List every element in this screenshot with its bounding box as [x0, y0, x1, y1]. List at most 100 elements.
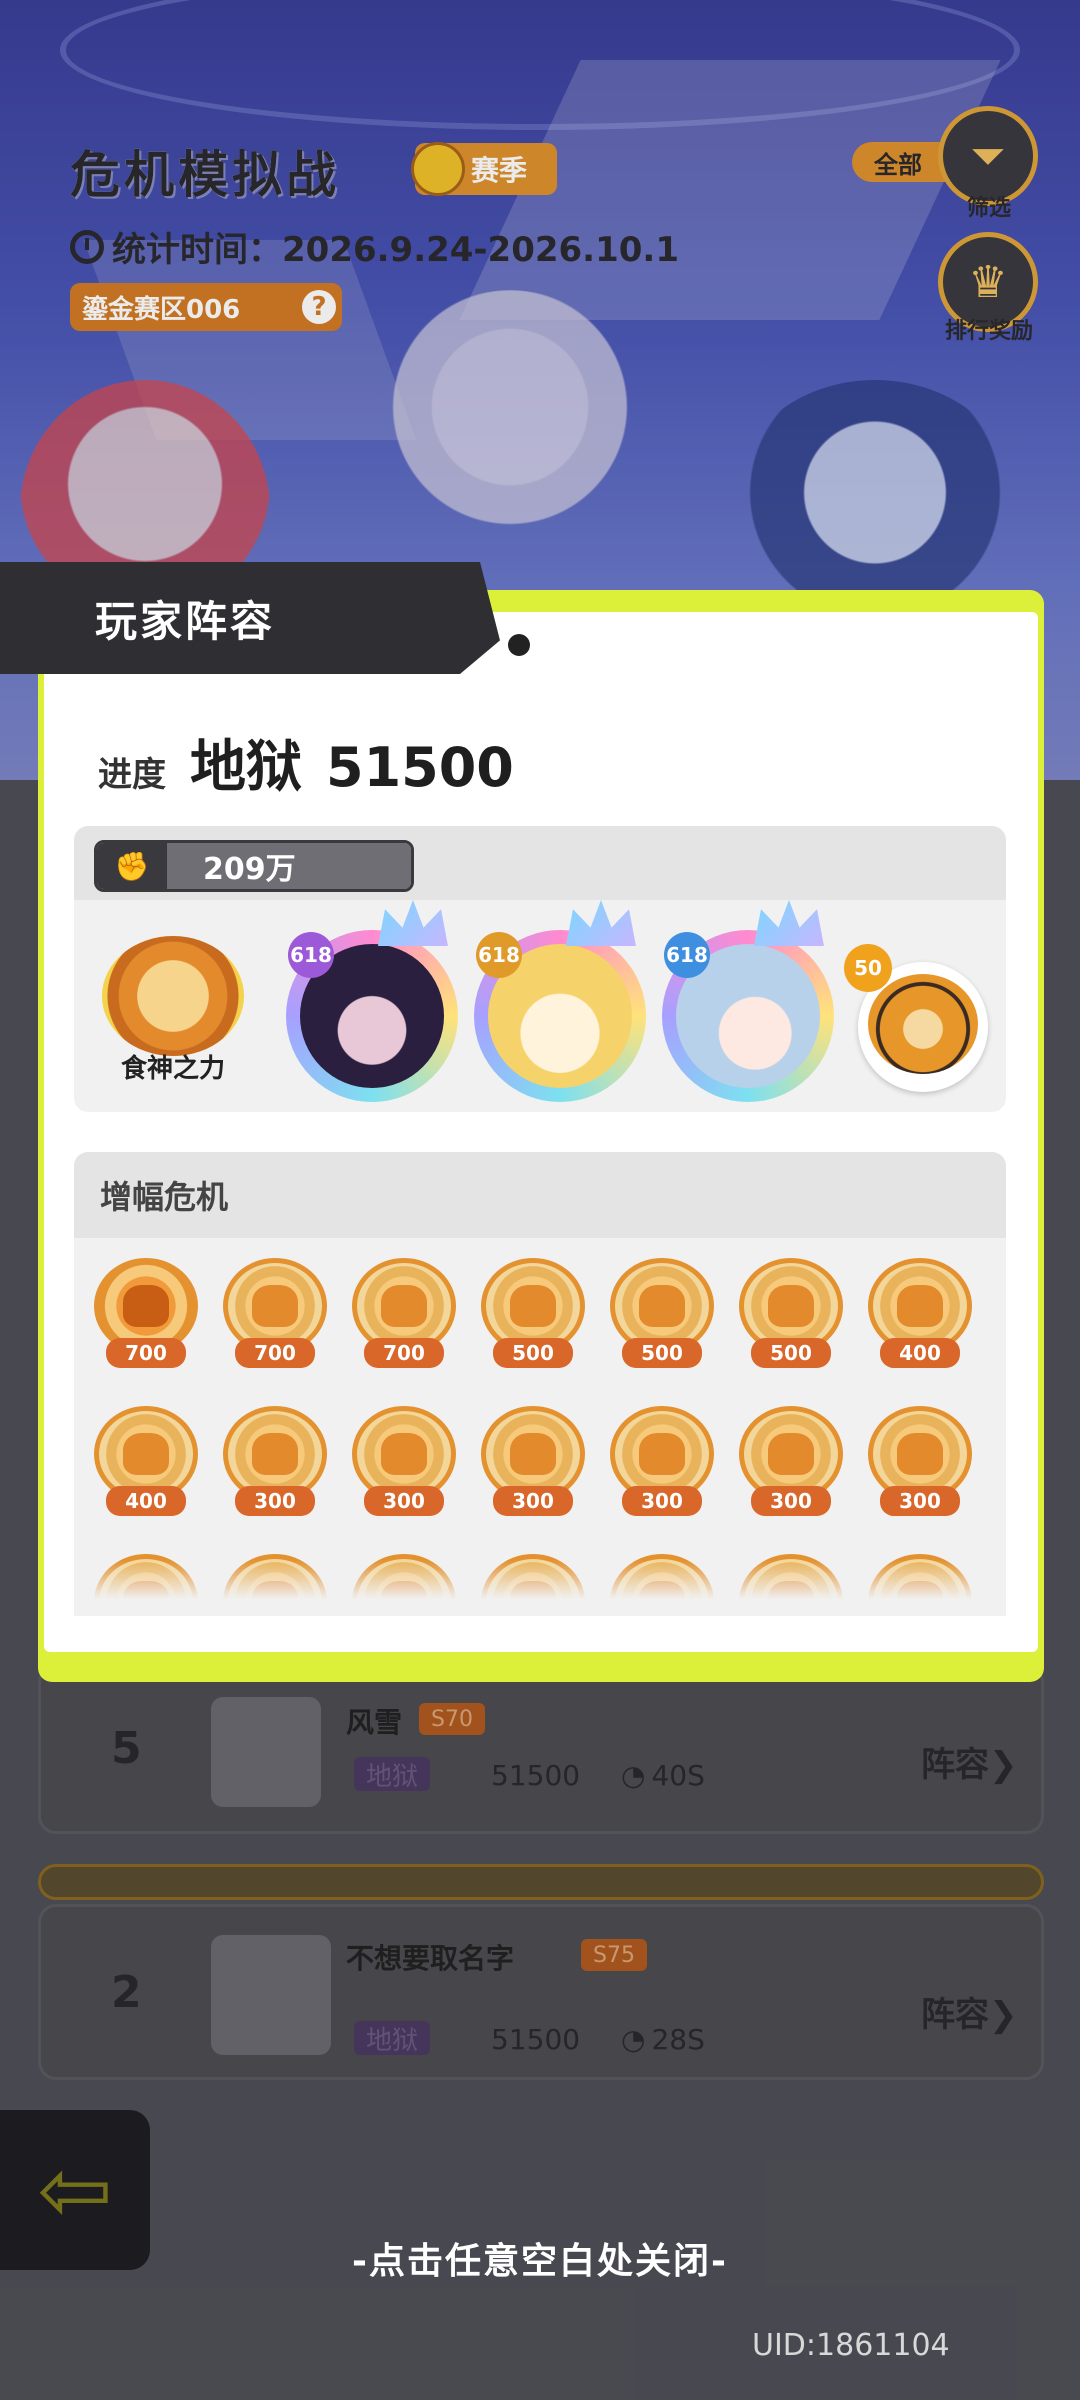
crisis-glyph-icon — [897, 1433, 943, 1475]
clock-icon: ◔ — [621, 1759, 646, 1792]
crisis-medal[interactable]: 700 — [223, 1258, 327, 1368]
rank-number: 5 — [111, 1723, 142, 1774]
hero-portrait[interactable]: 618 — [474, 900, 646, 1102]
rank-number: 2 — [111, 1967, 142, 2018]
crown-icon — [378, 900, 448, 946]
region-badge[interactable]: 鎏金赛区006 ? — [70, 283, 342, 331]
crisis-glyph-icon — [639, 1433, 685, 1475]
crisis-glyph-icon — [897, 1285, 943, 1327]
medal-points: 700 — [235, 1338, 315, 1368]
pet-portrait[interactable]: 50 — [844, 944, 988, 1092]
clock-icon — [70, 229, 104, 264]
crisis-medal[interactable]: 400 — [94, 1406, 198, 1516]
score: 51500 — [491, 1759, 581, 1792]
filter-current[interactable]: 全部 — [852, 142, 952, 182]
clear-time: ◔ 40S — [621, 1759, 705, 1792]
crisis-glyph-icon — [768, 1285, 814, 1327]
filter-label: 筛选 — [966, 196, 1011, 221]
event-title: 危机模拟战 — [70, 146, 340, 204]
modal-title: 玩家阵容 — [95, 597, 276, 646]
clear-time: ◔ 28S — [621, 2023, 705, 2056]
crisis-medal[interactable]: 300 — [223, 1406, 327, 1516]
region-label: 鎏金赛区006 — [82, 294, 241, 325]
lineup-label: 阵容 — [921, 1745, 989, 1785]
decor-dot — [508, 634, 530, 656]
progress-difficulty: 地狱 — [190, 735, 302, 800]
medal-points: 300 — [751, 1486, 831, 1516]
crisis-medal[interactable]: 700 — [352, 1258, 456, 1368]
season-badge[interactable]: 赛季 — [411, 142, 557, 196]
leaderboard-row-highlight — [38, 1864, 1044, 1900]
progress-score: 51500 — [326, 736, 514, 799]
hero-level: 618 — [664, 932, 710, 978]
medal-points: 500 — [622, 1338, 702, 1368]
crisis-medal[interactable]: 300 — [739, 1406, 843, 1516]
crisis-glyph-icon — [510, 1285, 556, 1327]
crisis-glyph-icon — [639, 1285, 685, 1327]
score: 51500 — [491, 2023, 581, 2056]
hero-portrait[interactable]: 618 — [662, 900, 834, 1102]
crisis-medal[interactable]: 300 — [868, 1406, 972, 1516]
uid-label: UID:1861104 — [752, 2328, 950, 2363]
crisis-glyph-icon — [123, 1285, 169, 1327]
pet-level: 50 — [844, 944, 892, 992]
crisis-glyph-icon — [123, 1433, 169, 1475]
season-emblem-icon — [411, 142, 465, 196]
team-power-value: 209万 — [167, 843, 411, 889]
help-icon[interactable]: ? — [302, 290, 336, 324]
crisis-glyph-icon — [252, 1433, 298, 1475]
rank-reward-label: 排行奖励 — [944, 319, 1033, 344]
food-god-label: 食神之力 — [120, 1054, 225, 1084]
hero-portrait[interactable]: 618 — [286, 900, 458, 1102]
player-name: 风雪 — [346, 1706, 403, 1739]
crisis-medal[interactable]: 300 — [352, 1406, 456, 1516]
clock-icon: ◔ — [621, 2023, 646, 2056]
medal-points: 300 — [880, 1486, 960, 1516]
chevron-right-icon: ❯ — [989, 1745, 1018, 1785]
team-card: ✊ 209万 食神之力 618 618 618 50 — [74, 826, 1006, 1112]
amplify-crisis-title: 增幅危机 — [74, 1152, 1006, 1238]
crown-icon — [754, 900, 824, 946]
medal-points: 700 — [364, 1338, 444, 1368]
crisis-medal[interactable]: 300 — [610, 1406, 714, 1516]
medal-points: 300 — [235, 1486, 315, 1516]
fist-icon: ✊ — [97, 843, 167, 889]
crisis-medal[interactable]: 400 — [868, 1258, 972, 1368]
medal-points: 500 — [493, 1338, 573, 1368]
crisis-glyph-icon — [381, 1433, 427, 1475]
close-hint: -点击任意空白处关闭- — [352, 2241, 728, 2282]
medal-points: 300 — [364, 1486, 444, 1516]
crisis-glyph-icon — [381, 1285, 427, 1327]
lineup-button[interactable]: 阵容❯ — [921, 1987, 1018, 2036]
lineup-button[interactable]: 阵容❯ — [921, 1737, 1018, 1786]
trophy-icon: ♛ — [968, 256, 1008, 308]
level-badge: S70 — [419, 1703, 485, 1735]
funnel-icon: ⏷ — [970, 130, 1006, 182]
leaderboard-row[interactable]: 2 不想要取名字 S75 地狱 51500 ◔ 28S 阵容❯ — [38, 1904, 1044, 2080]
stat-time: 统计时间：2026.9.24-2026.10.1 — [112, 230, 679, 270]
medal-points: 700 — [106, 1338, 186, 1368]
player-avatar — [211, 1697, 321, 1807]
lineup-label: 阵容 — [921, 1995, 989, 2035]
season-label: 赛季 — [471, 154, 528, 187]
crisis-medal[interactable]: 700 — [94, 1258, 198, 1368]
crisis-glyph-icon — [252, 1285, 298, 1327]
time-value: 40S — [651, 1759, 705, 1792]
medal-points: 300 — [622, 1486, 702, 1516]
progress-row: 进度 地狱 51500 — [98, 722, 514, 803]
crisis-glyph-icon — [768, 1433, 814, 1475]
crisis-medal[interactable]: 300 — [481, 1406, 585, 1516]
back-arrow-icon: ⇦ — [37, 2137, 113, 2243]
tiger-pet-icon — [868, 974, 978, 1074]
leaderboard-row[interactable]: 5 风雪 S70 地狱 51500 ◔ 40S 阵容❯ — [38, 1664, 1044, 1834]
crisis-medal[interactable]: 500 — [739, 1258, 843, 1368]
amplify-crisis-card: 增幅危机 700 700 700 500 500 500 400 400 300 300 300 30… — [74, 1152, 1006, 1616]
level-badge: S75 — [581, 1939, 647, 1971]
medal-points: 400 — [106, 1486, 186, 1516]
crown-icon — [566, 900, 636, 946]
time-value: 28S — [651, 2023, 705, 2056]
crisis-medal[interactable]: 500 — [610, 1258, 714, 1368]
food-god-power[interactable]: 食神之力 — [98, 936, 248, 1086]
crisis-medal[interactable]: 500 — [481, 1258, 585, 1368]
progress-label: 进度 — [98, 755, 166, 795]
